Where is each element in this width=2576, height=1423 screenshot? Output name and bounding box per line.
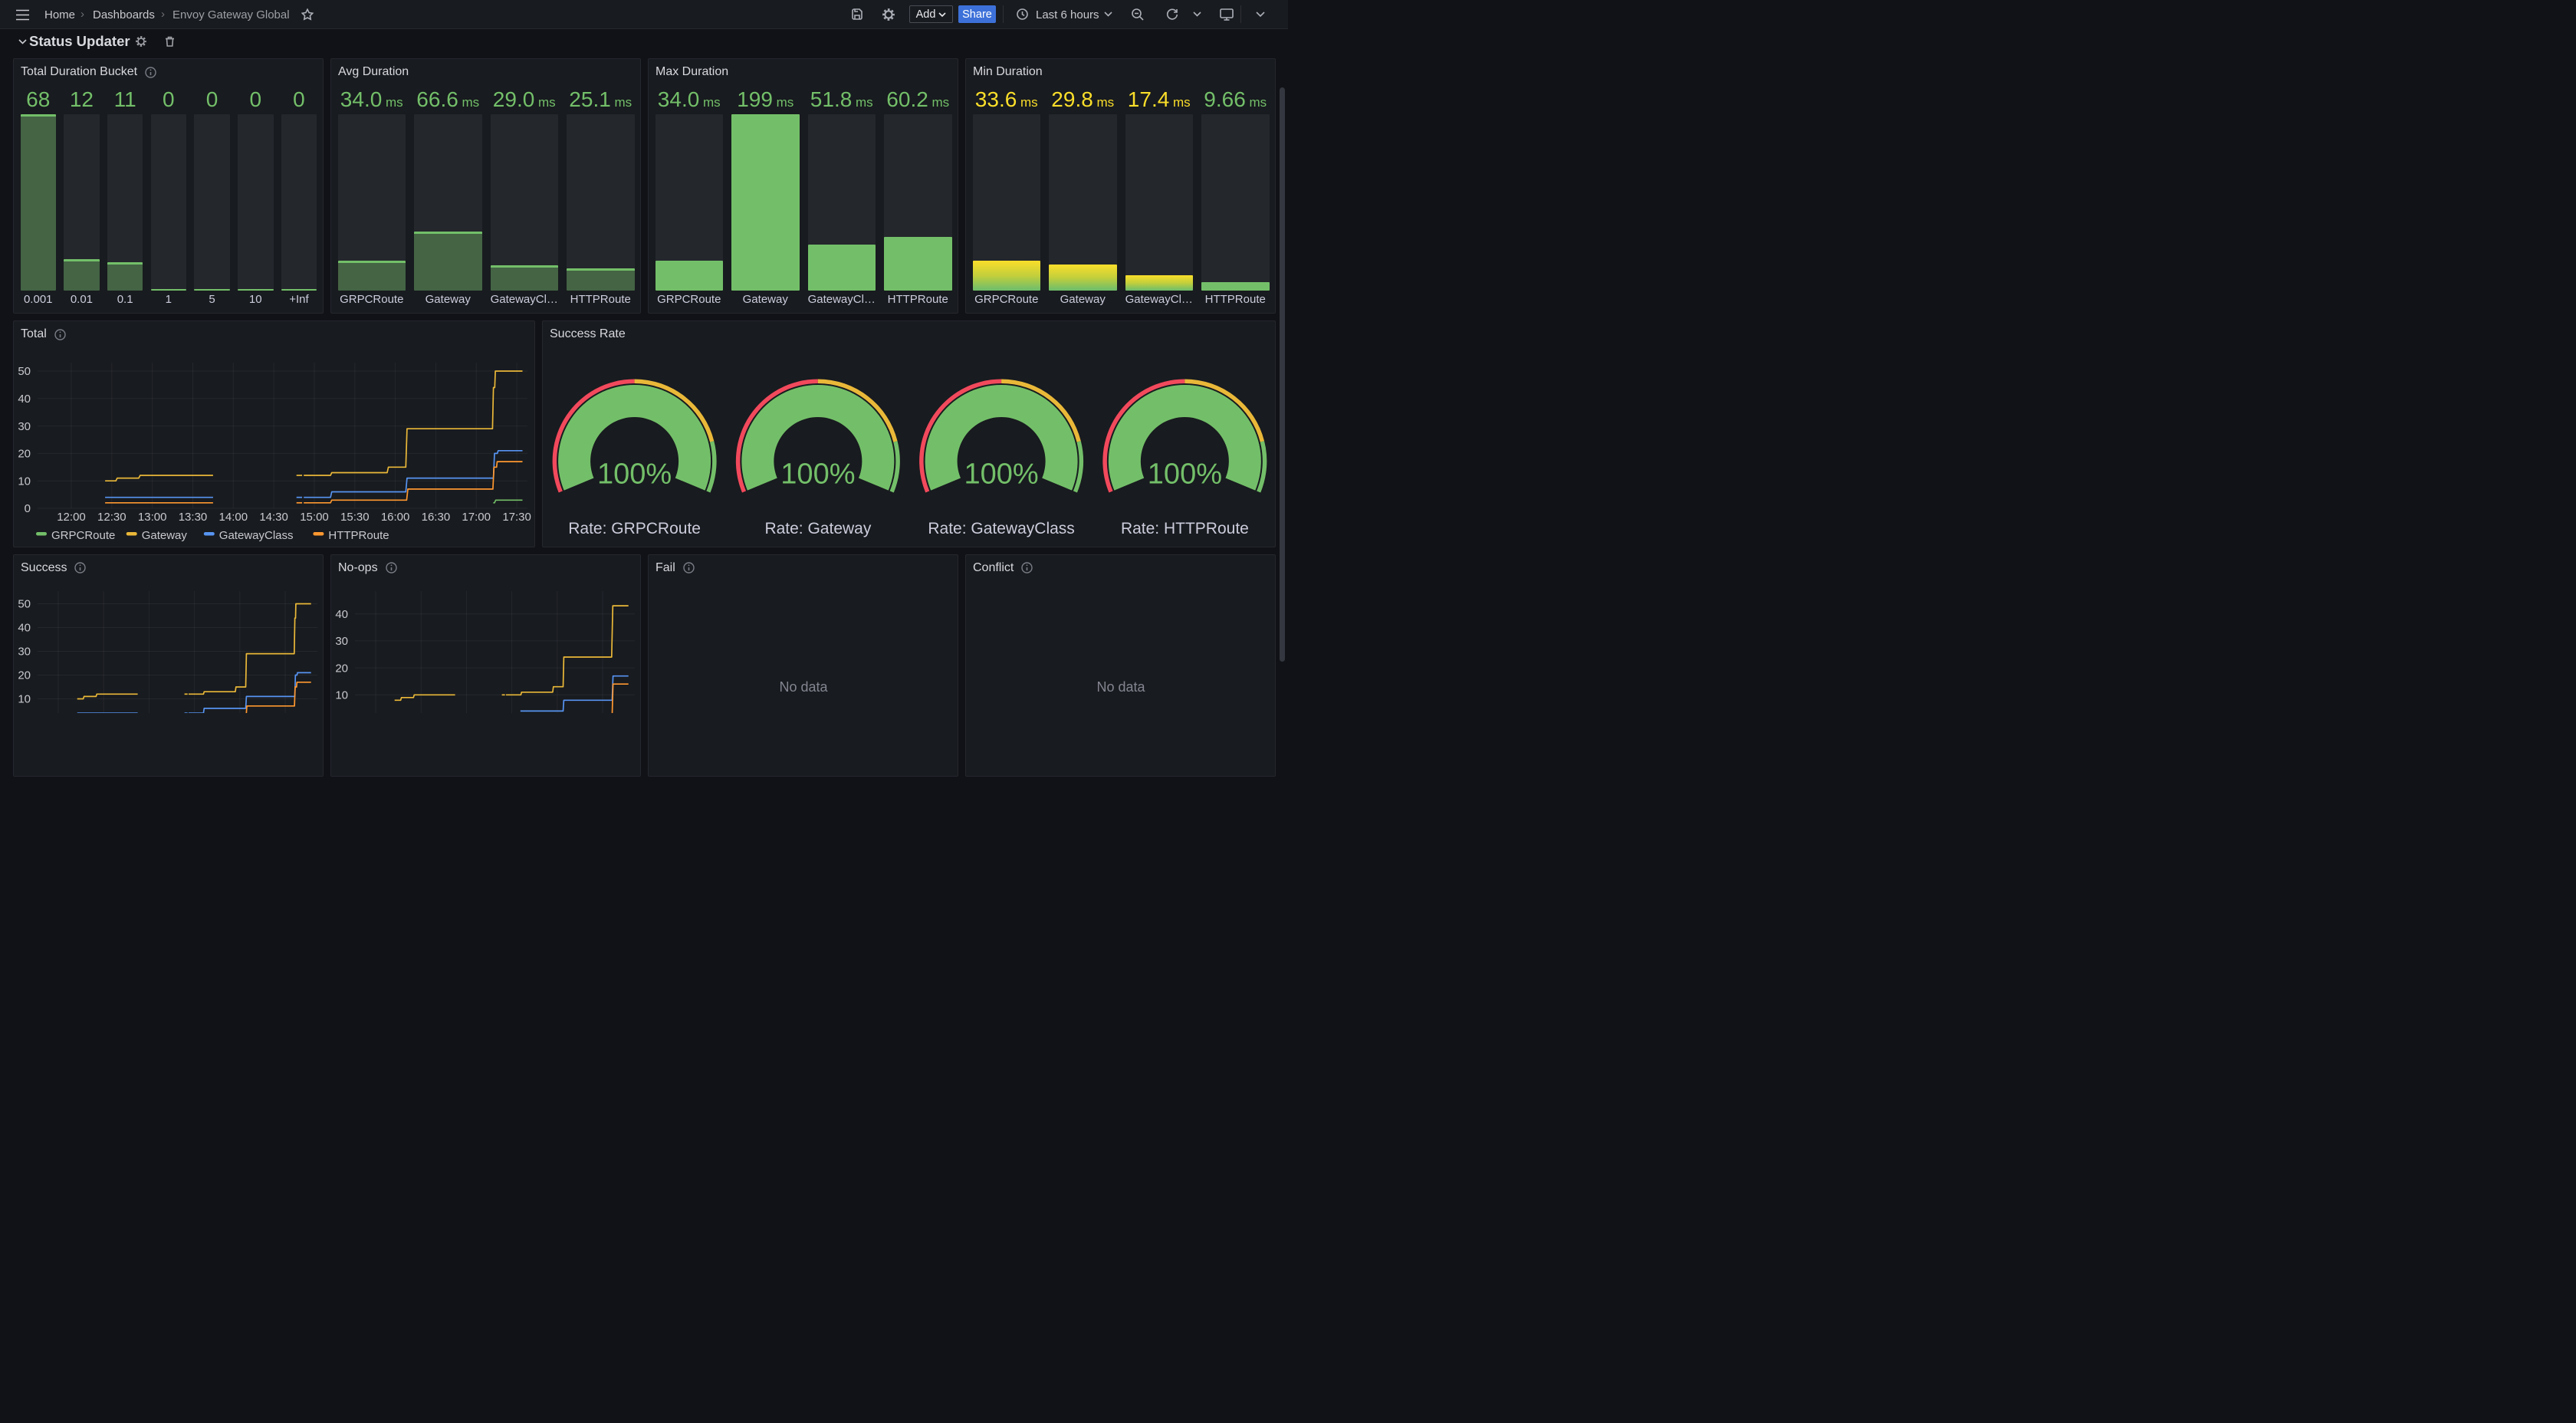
svg-text:10: 10: [335, 688, 348, 702]
svg-text:20: 20: [18, 448, 31, 461]
svg-text:13:00: 13:00: [137, 511, 166, 524]
svg-text:17:30: 17:30: [502, 511, 531, 524]
svg-text:16:00: 16:00: [380, 511, 409, 524]
svg-text:Rate: GatewayClass: Rate: GatewayClass: [928, 520, 1074, 537]
svg-text:Rate: HTTPRoute: Rate: HTTPRoute: [1120, 520, 1248, 537]
svg-text:15:00: 15:00: [300, 511, 329, 524]
svg-text:GRPCRoute: GRPCRoute: [51, 529, 115, 542]
svg-text:20: 20: [335, 662, 348, 675]
svg-text:50: 50: [18, 365, 31, 378]
svg-text:13:30: 13:30: [178, 511, 207, 524]
svg-text:30: 30: [18, 645, 31, 658]
svg-text:40: 40: [335, 607, 348, 620]
svg-text:17:00: 17:00: [462, 511, 491, 524]
svg-text:0: 0: [24, 502, 30, 515]
svg-text:10: 10: [18, 475, 31, 488]
svg-text:40: 40: [18, 393, 31, 406]
svg-text:10: 10: [18, 692, 31, 705]
svg-text:GatewayClass: GatewayClass: [219, 529, 293, 542]
svg-text:100%: 100%: [780, 458, 855, 491]
svg-text:16:30: 16:30: [421, 511, 450, 524]
svg-text:Rate: Gateway: Rate: Gateway: [764, 520, 871, 537]
svg-text:50: 50: [18, 597, 31, 610]
svg-text:30: 30: [18, 420, 31, 433]
svg-text:12:30: 12:30: [97, 511, 127, 524]
svg-text:40: 40: [18, 621, 31, 634]
svg-text:100%: 100%: [596, 458, 671, 491]
svg-text:100%: 100%: [964, 458, 1038, 491]
svg-text:14:30: 14:30: [259, 511, 288, 524]
svg-text:100%: 100%: [1147, 458, 1221, 491]
svg-text:20: 20: [18, 669, 31, 682]
svg-text:Rate: GRPCRoute: Rate: GRPCRoute: [568, 520, 701, 537]
svg-text:HTTPRoute: HTTPRoute: [328, 529, 389, 542]
svg-text:Gateway: Gateway: [141, 529, 187, 542]
svg-text:15:30: 15:30: [340, 511, 370, 524]
svg-text:12:00: 12:00: [57, 511, 86, 524]
svg-text:14:00: 14:00: [219, 511, 248, 524]
svg-text:30: 30: [335, 635, 348, 648]
